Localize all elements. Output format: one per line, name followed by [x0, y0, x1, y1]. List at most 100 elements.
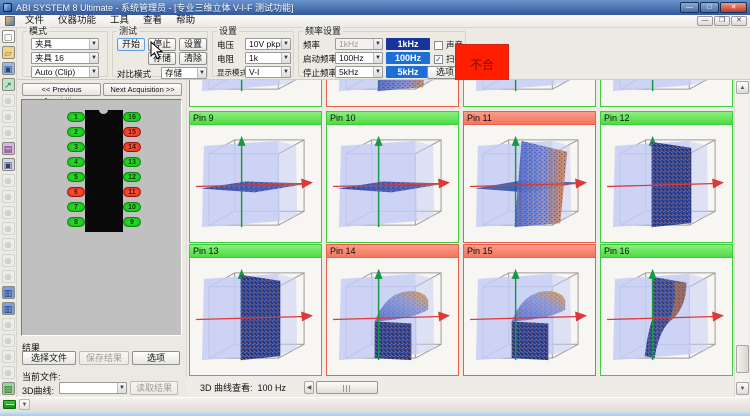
chip-pin-indicator[interactable]: 11 [123, 187, 141, 197]
image-icon[interactable]: ▨ [2, 382, 15, 395]
save-small-icon[interactable]: ▣ [2, 158, 15, 171]
previous-acquisition-button[interactable]: << Previous Acquisition [22, 83, 101, 96]
chip-pin-indicator[interactable]: 12 [123, 172, 141, 182]
pin-3d-plot[interactable] [464, 80, 595, 106]
display-mode-select[interactable]: V-I▼ [245, 66, 291, 78]
close-button[interactable]: ✕ [720, 2, 747, 13]
next-acquisition-button[interactable]: Next Acquisition >> [103, 83, 182, 96]
menu-item[interactable]: 文件 [18, 15, 51, 26]
chip-pin-indicator[interactable]: 3 [67, 142, 85, 152]
chip-pin-indicator[interactable]: 7 [67, 202, 85, 212]
setup-button[interactable]: 设置 [179, 38, 207, 51]
pin-3d-plot[interactable] [327, 258, 458, 375]
read-results-button[interactable]: 读取结果 [130, 381, 178, 395]
resistance-select[interactable]: 1k▼ [245, 52, 291, 64]
start-frequency-select[interactable]: 100Hz▼ [335, 52, 383, 64]
disabled-tool-icon: ⊗ [2, 254, 15, 267]
pin-panel[interactable]: Pin 10 [326, 111, 459, 243]
stop-button[interactable]: 停止 [148, 38, 176, 51]
pin-3d-plot[interactable] [601, 125, 732, 242]
fixture-select[interactable]: 夹具▼ [31, 38, 99, 50]
chip-pin-indicator[interactable]: 6 [67, 187, 85, 197]
menu-item[interactable]: 帮助 [169, 15, 202, 26]
pin-panel[interactable]: Pin 7 [463, 80, 596, 107]
minimize-button[interactable]: — [680, 2, 699, 13]
pin-panel[interactable]: Pin 8 [600, 80, 733, 107]
pin-3d-plot[interactable] [190, 258, 321, 375]
results-options-button[interactable]: 选项 [132, 351, 180, 365]
compare-mode-select[interactable]: 存储▼ [161, 67, 207, 79]
chevron-down-icon: ▼ [117, 383, 126, 393]
chip-pin-indicator[interactable]: 9 [123, 217, 141, 227]
scroll-up-icon[interactable]: ▲ [736, 81, 749, 94]
new-document-icon[interactable]: ▢ [2, 30, 15, 43]
frequency-group-label: 频率设置 [303, 27, 343, 36]
chip-pin-indicator[interactable]: 16 [123, 112, 141, 122]
pin-panel[interactable]: Pin 11 [463, 111, 596, 243]
mdi-close-button[interactable]: ✕ [731, 16, 747, 26]
pin-panel[interactable]: Pin 13 [189, 244, 322, 376]
chip-pin-indicator[interactable]: 2 [67, 127, 85, 137]
slider-thumb[interactable] [316, 381, 378, 394]
palette-icon[interactable]: ▤ [2, 142, 15, 155]
pin-3d-plot[interactable] [601, 258, 732, 375]
pin-panel[interactable]: Pin 12 [600, 111, 733, 243]
chip-pin-indicator[interactable]: 10 [123, 202, 141, 212]
chip-pin-indicator[interactable]: 1 [67, 112, 85, 122]
chip-pin-indicator[interactable]: 13 [123, 157, 141, 167]
scroll-down-icon[interactable]: ▼ [736, 382, 749, 395]
scrollbar-thumb[interactable] [736, 345, 749, 373]
mode-group: 模式 夹具▼ 夹具 16▼ Auto (Clip)▼ [22, 31, 108, 77]
chip-pin-indicator[interactable]: 4 [67, 157, 85, 167]
chip-pin-indicator[interactable]: 15 [123, 127, 141, 137]
display-mode-label: 显示模式 [217, 68, 247, 78]
window-title: ABI SYSTEM 8 Ultimate - 系统管理员 - [专业三维立体 … [16, 1, 294, 14]
chevron-down-icon: ▼ [373, 53, 382, 63]
settings-group-label: 设置 [217, 27, 239, 36]
pin-panel[interactable]: Pin 15 [463, 244, 596, 376]
chip-pin-indicator[interactable]: 5 [67, 172, 85, 182]
pin-3d-plot[interactable] [327, 125, 458, 242]
select-file-button[interactable]: 选择文件 [22, 351, 76, 365]
voltage-select[interactable]: 10V pkpk▼ [245, 38, 291, 50]
save-icon[interactable]: ▣ [2, 62, 15, 75]
pin-panel-header: Pin 13 [190, 245, 321, 258]
pin-3d-plot[interactable] [327, 80, 458, 106]
pin-panel[interactable]: Pin 16 [600, 244, 733, 376]
stop-frequency-select[interactable]: 5kHz▼ [335, 66, 383, 78]
auto-clip-select[interactable]: Auto (Clip)▼ [31, 66, 99, 78]
chip-pin-indicator[interactable]: 14 [123, 142, 141, 152]
pin-grid: Pin 5Pin 6Pin 7Pin 8Pin 9Pin 10Pin 11Pin… [186, 80, 734, 378]
pin-3d-plot[interactable] [464, 125, 595, 242]
chip-pin-indicator[interactable]: 8 [67, 217, 85, 227]
menu-item[interactable]: 查看 [136, 15, 169, 26]
slider-left-icon[interactable]: ◀ [304, 381, 314, 394]
pin-3d-plot[interactable] [601, 80, 732, 106]
status-dropdown-icon[interactable]: ▼ [19, 399, 30, 410]
menu-item[interactable]: 工具 [103, 15, 136, 26]
disabled-tool-icon: ⊗ [2, 110, 15, 123]
export-chart-icon[interactable]: ↗ [2, 78, 15, 91]
panel-blue-icon[interactable]: ▥ [2, 302, 15, 315]
mdi-restore-button[interactable]: ❐ [714, 16, 730, 26]
clear-button[interactable]: 清除 [179, 52, 207, 65]
curve-file-select[interactable]: ▼ [59, 382, 127, 394]
menu-item[interactable]: 仪器功能 [51, 15, 103, 26]
save-results-button[interactable]: 保存结果 [79, 351, 129, 365]
pin-panel[interactable]: Pin 9 [189, 111, 322, 243]
pin-3d-plot[interactable] [190, 125, 321, 242]
pin-3d-plot[interactable] [190, 80, 321, 106]
start-button[interactable]: 开始 [117, 38, 145, 51]
maximize-button[interactable]: □ [700, 2, 719, 13]
panel-blue-icon[interactable]: ▥ [2, 286, 15, 299]
vertical-scrollbar[interactable]: ▲ ▼ [734, 80, 749, 397]
pin-panel[interactable]: Pin 6 [326, 80, 459, 107]
pin-panel[interactable]: Pin 14 [326, 244, 459, 376]
pin-3d-plot[interactable] [464, 258, 595, 375]
pin-panel[interactable]: Pin 5 [189, 80, 322, 107]
stop-frequency-display: 5kHz [386, 66, 430, 78]
open-folder-icon[interactable]: ▱ [2, 46, 15, 59]
fixture-size-select[interactable]: 夹具 16▼ [31, 52, 99, 64]
store-button[interactable]: 存储 [148, 52, 176, 65]
mdi-minimize-button[interactable]: — [697, 16, 713, 26]
